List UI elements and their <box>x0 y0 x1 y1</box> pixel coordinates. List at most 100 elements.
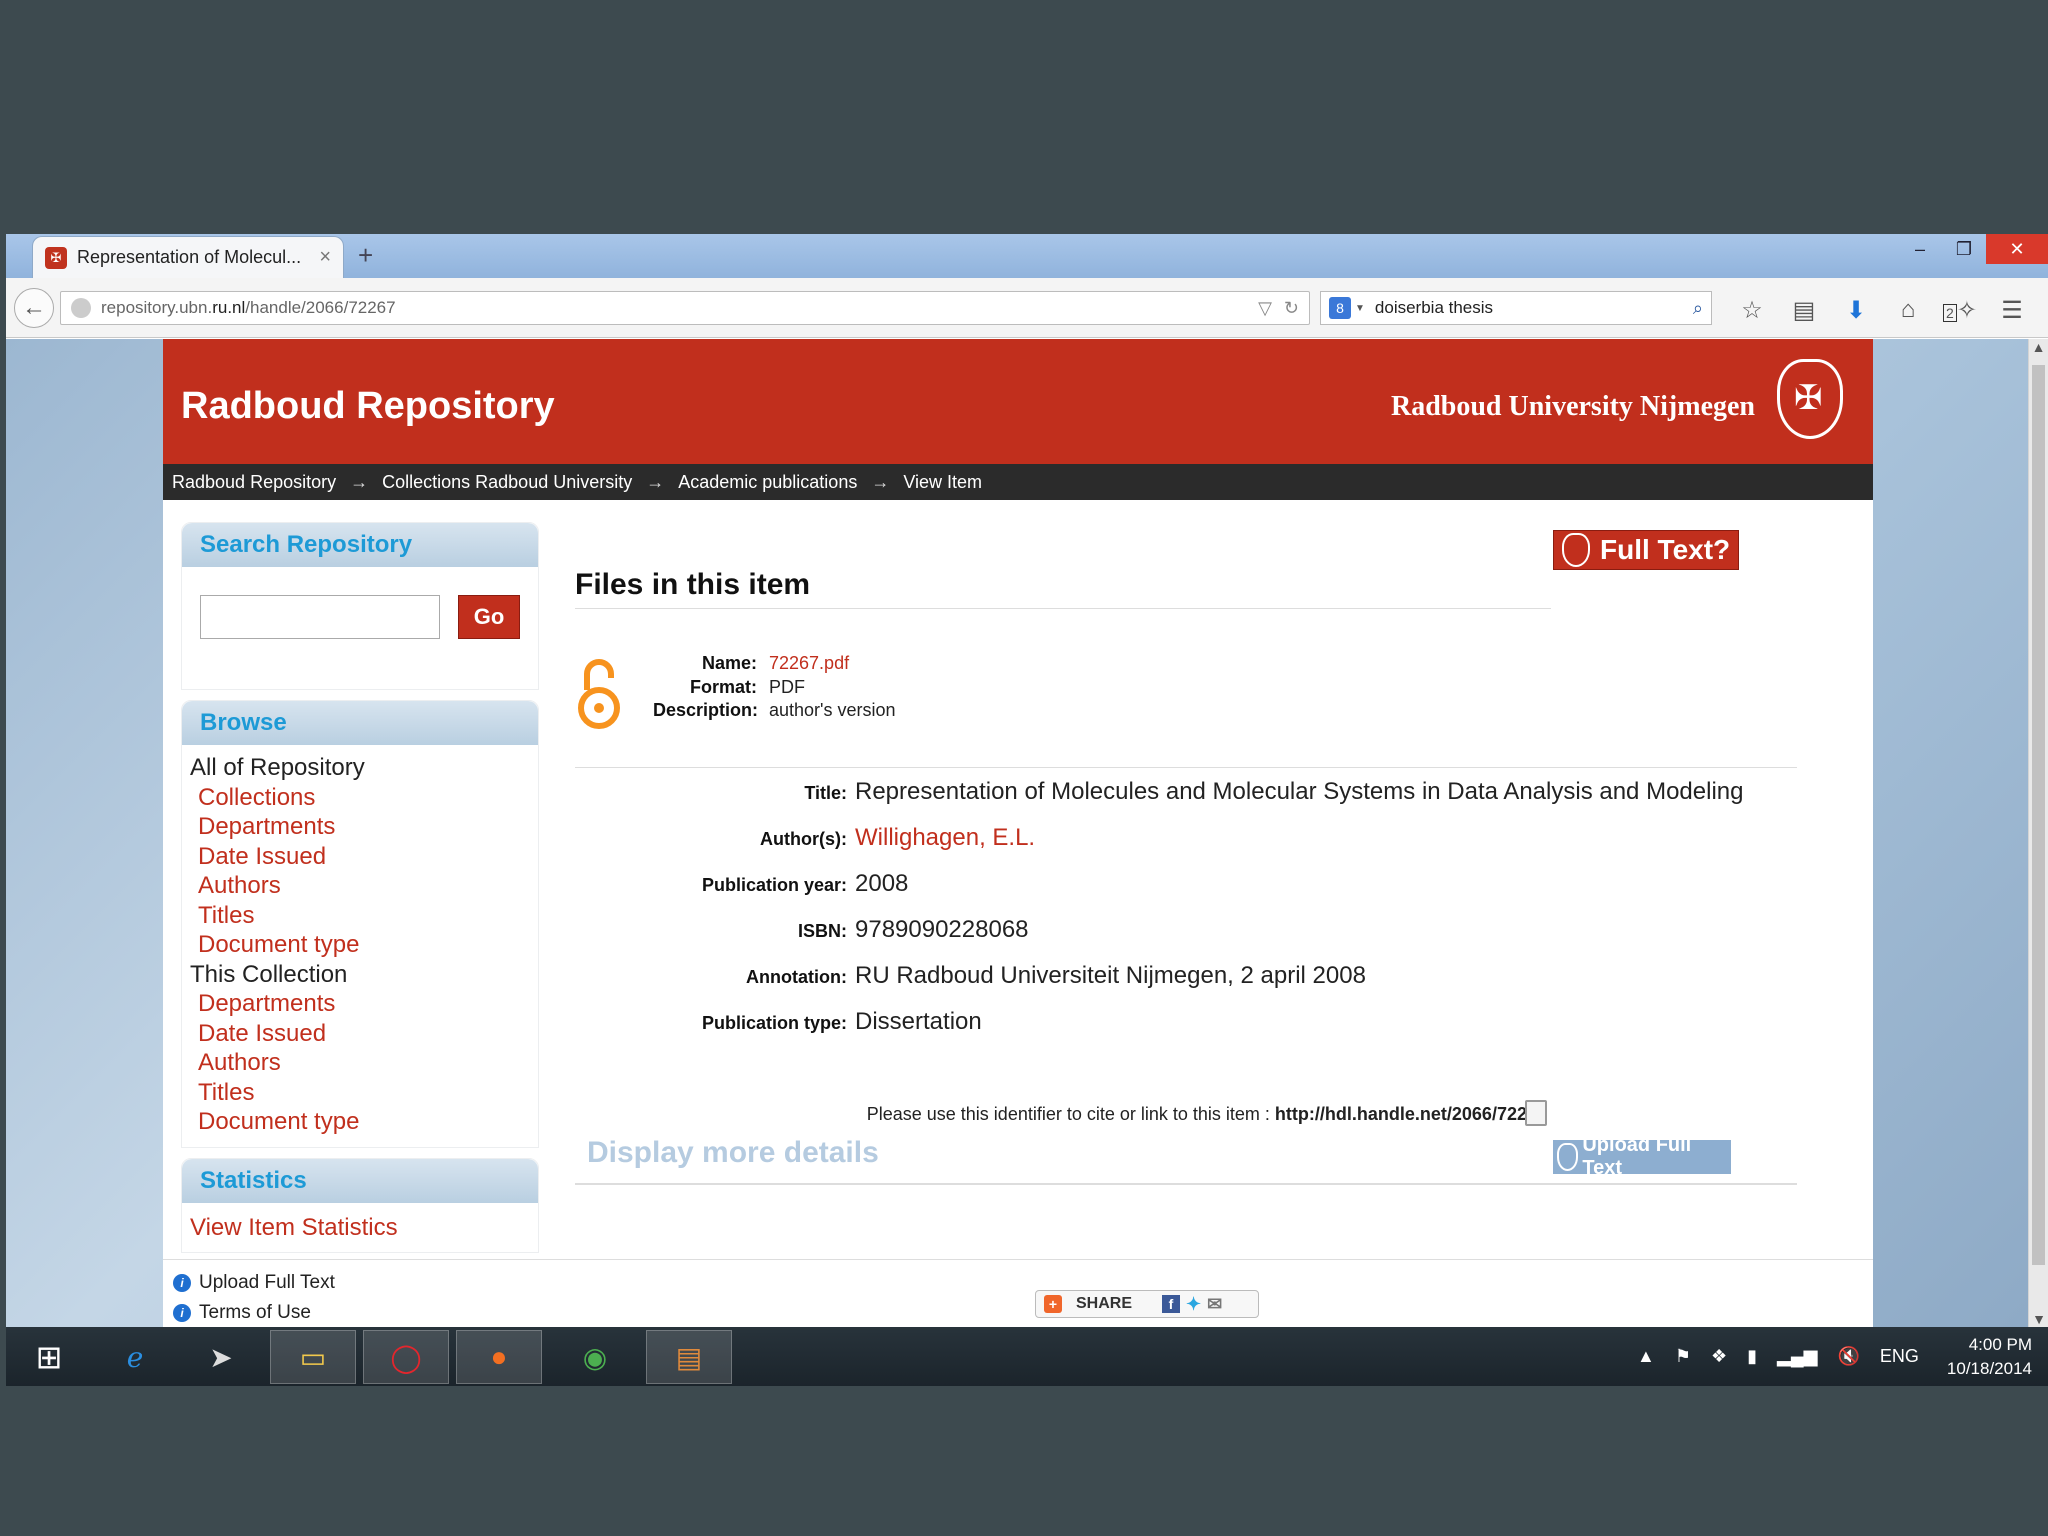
vertical-scrollbar[interactable]: ▲ ▼ <box>2028 339 2048 1327</box>
browse-link-collections[interactable]: Collections <box>190 783 530 813</box>
presentation-app-icon[interactable]: ▤ <box>646 1330 732 1384</box>
display-more-details-link[interactable]: Display more details <box>587 1136 879 1170</box>
home-icon[interactable]: ⌂ <box>1882 296 1934 325</box>
divider <box>575 608 1551 609</box>
dropbox-icon[interactable]: ❖ <box>1711 1346 1727 1367</box>
windows-taskbar: ⊞ ℯ ➤ ▭ ◯ ● ◉ ▤ ▲ ⚑ ❖ ▮ ▂▄▆ 🔇 ENG 4:00 P… <box>6 1327 2048 1386</box>
browse-panel-title: Browse <box>182 701 538 745</box>
field-row-title: Title: Representation of Molecules and M… <box>575 778 1797 824</box>
browse-collection-heading: This Collection <box>190 960 348 988</box>
collection-link-date-issued[interactable]: Date Issued <box>190 1019 530 1049</box>
upload-full-text-button[interactable]: Upload Full Text <box>1553 1134 1731 1179</box>
handle-url[interactable]: http://hdl.handle.net/2066/72267 <box>1275 1104 1547 1124</box>
windows-start-icon[interactable]: ⊞ <box>6 1330 92 1384</box>
new-tab-button[interactable]: + <box>358 240 373 271</box>
breadcrumb-item[interactable]: Radboud Repository <box>172 472 336 493</box>
file-description-label: Description: <box>653 700 759 720</box>
opera-icon[interactable]: ◯ <box>363 1330 449 1384</box>
bookmarks-list-icon[interactable]: ▤ <box>1778 296 1830 325</box>
back-button[interactable]: ← <box>14 288 54 328</box>
page-viewport: Radboud Repository Radboud University Ni… <box>6 339 2028 1327</box>
site-favicon-icon: ✠ <box>45 246 67 269</box>
menu-icon[interactable]: ☰ <box>1986 296 2038 325</box>
minimize-icon[interactable]: – <box>1898 234 1942 264</box>
share-button[interactable]: + SHARE f ✦ ✉ <box>1035 1290 1259 1318</box>
file-format-value: PDF <box>769 676 805 697</box>
restore-icon[interactable]: ❐ <box>1942 234 1986 264</box>
footer-upload-link[interactable]: i Upload Full Text <box>173 1272 335 1294</box>
url-dropdown-icon[interactable]: ▽ <box>1258 298 1272 319</box>
scroll-thumb[interactable] <box>2032 365 2045 1265</box>
facebook-icon[interactable]: f <box>1162 1295 1181 1313</box>
app-icon[interactable]: ➤ <box>178 1330 264 1384</box>
firefox-icon[interactable]: ● <box>456 1330 542 1384</box>
view-item-statistics-link[interactable]: View Item Statistics <box>190 1213 530 1243</box>
address-bar[interactable]: repository.ubn.ru.nl/handle/2066/72267 ▽… <box>60 291 1310 325</box>
clock-date: 10/18/2014 <box>1946 1358 2032 1378</box>
language-indicator[interactable]: ENG <box>1880 1346 1919 1367</box>
field-row-isbn: ISBN: 9789090228068 <box>575 916 1797 962</box>
full-text-button[interactable]: Full Text? <box>1553 530 1739 570</box>
flag-icon[interactable]: ⚑ <box>1675 1346 1691 1367</box>
addon-badge-icon[interactable]: 2 ✧ <box>1934 296 1986 325</box>
university-seal-icon <box>1777 359 1843 439</box>
search-panel-title: Search Repository <box>182 523 538 567</box>
browse-link-titles[interactable]: Titles <box>190 901 530 931</box>
reload-icon[interactable]: ↻ <box>1284 298 1299 319</box>
file-explorer-icon[interactable]: ▭ <box>270 1330 356 1384</box>
browse-link-date-issued[interactable]: Date Issued <box>190 842 530 872</box>
author-link[interactable]: Willighagen, E.L. <box>855 824 1035 852</box>
site-title[interactable]: Radboud Repository <box>181 385 555 428</box>
browse-panel: Browse All of Repository Collections Dep… <box>181 700 539 1148</box>
file-name-link[interactable]: 72267.pdf <box>769 652 849 676</box>
collection-link-departments[interactable]: Departments <box>190 989 530 1019</box>
upload-label: Upload Full Text <box>1582 1134 1692 1179</box>
close-window-icon[interactable]: ✕ <box>1986 234 2048 264</box>
breadcrumb-arrow-icon: → <box>871 471 890 492</box>
search-input[interactable] <box>200 595 440 639</box>
university-name[interactable]: Radboud University Nijmegen <box>1391 391 1755 423</box>
url-text: repository.ubn.ru.nl/handle/2066/72267 <box>101 298 396 317</box>
tray-expand-icon[interactable]: ▲ <box>1637 1346 1655 1367</box>
footer-upload-label: Upload Full Text <box>199 1272 335 1293</box>
search-query[interactable]: doiserbia thesis <box>1375 298 1693 318</box>
breadcrumb-item-current: View Item <box>903 471 983 492</box>
internet-explorer-icon[interactable]: ℯ <box>92 1330 178 1384</box>
browse-link-authors[interactable]: Authors <box>190 871 530 901</box>
field-row-year: Publication year: 2008 <box>575 870 1797 916</box>
go-button[interactable]: Go <box>458 595 520 639</box>
shield-icon <box>1557 1143 1579 1171</box>
collection-link-document-type[interactable]: Document type <box>190 1107 530 1137</box>
collection-link-authors[interactable]: Authors <box>190 1048 530 1078</box>
battery-icon[interactable]: ▮ <box>1747 1346 1757 1367</box>
scroll-up-icon[interactable]: ▲ <box>2029 339 2048 355</box>
tab-close-icon[interactable]: × <box>319 246 331 269</box>
field-label: Annotation: <box>746 967 847 987</box>
browser-tab[interactable]: ✠ Representation of Molecul... × <box>32 236 344 278</box>
file-format-label: Format: <box>690 676 757 697</box>
copy-icon[interactable] <box>1525 1100 1547 1126</box>
collection-link-titles[interactable]: Titles <box>190 1078 530 1108</box>
email-icon[interactable]: ✉ <box>1207 1294 1222 1315</box>
breadcrumb-item[interactable]: Collections Radboud University <box>382 472 632 493</box>
clock[interactable]: 4:00 PM 10/18/2014 <box>1947 1333 2032 1381</box>
search-engine-icon[interactable]: 8 <box>1329 297 1351 319</box>
chevron-down-icon[interactable]: ▼ <box>1355 303 1365 314</box>
search-panel: Search Repository Go <box>181 522 539 690</box>
files-heading: Files in this item <box>575 568 811 601</box>
footer-terms-link[interactable]: i Terms of Use <box>173 1302 311 1324</box>
tab-strip: ✠ Representation of Molecul... × + – ❐ ✕ <box>6 234 2048 278</box>
browse-link-departments[interactable]: Departments <box>190 812 530 842</box>
browse-link-document-type[interactable]: Document type <box>190 930 530 960</box>
search-icon[interactable]: ⌕ <box>1693 298 1703 319</box>
page-footer: i Upload Full Text i Terms of Use + SHAR… <box>163 1259 1873 1327</box>
volume-muted-icon[interactable]: 🔇 <box>1837 1346 1859 1367</box>
breadcrumb-item[interactable]: Academic publications <box>678 472 857 493</box>
signal-icon[interactable]: ▂▄▆ <box>1777 1346 1817 1367</box>
chrome-icon[interactable]: ◉ <box>552 1330 638 1384</box>
search-bar[interactable]: 8 ▼ doiserbia thesis ⌕ <box>1320 291 1712 325</box>
scroll-down-icon[interactable]: ▼ <box>2029 1311 2048 1327</box>
twitter-icon[interactable]: ✦ <box>1186 1294 1201 1315</box>
download-icon[interactable]: ⬇ <box>1830 296 1882 325</box>
bookmark-star-icon[interactable]: ☆ <box>1726 296 1778 325</box>
